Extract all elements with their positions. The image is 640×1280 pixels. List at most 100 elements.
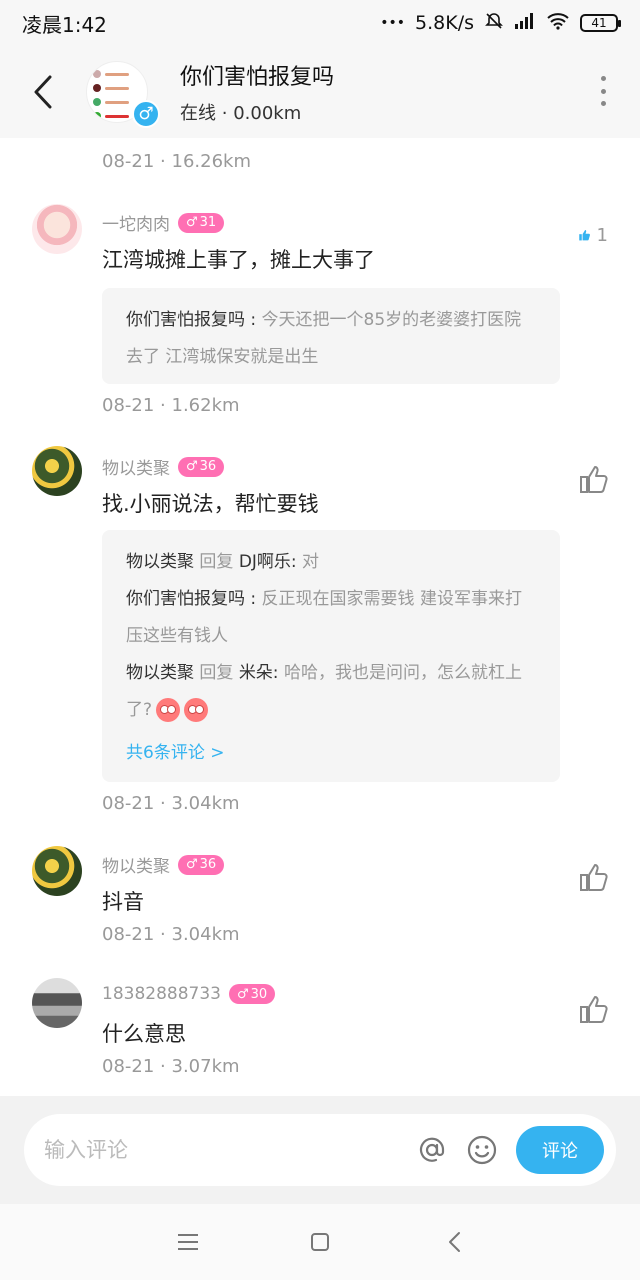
reply-author[interactable]: 物以类聚: [126, 552, 194, 572]
male-level-icon: ♂: [186, 459, 198, 474]
commenter-name[interactable]: 18382888733: [102, 984, 221, 1004]
comment-distance: 3.04km: [171, 793, 240, 814]
status-bar: 凌晨1:42 ••• 5.8K/s 41: [0, 0, 640, 46]
mention-at-icon[interactable]: [416, 1134, 448, 1166]
level-value: 30: [250, 986, 268, 1002]
reply-author[interactable]: 你们害怕报复吗 :: [126, 589, 256, 609]
thumbs-up-icon: [580, 996, 608, 1023]
male-level-icon: ♂: [186, 215, 198, 230]
comment-date: 08-21: [102, 924, 155, 945]
dot-icon: [600, 76, 606, 81]
reply-word: 回复: [194, 663, 239, 683]
comment-date: 08-21: [102, 1056, 155, 1077]
send-comment-button[interactable]: 评论: [516, 1126, 604, 1174]
comment-distance: 16.26km: [171, 151, 252, 172]
network-speed: 5.8K/s: [415, 12, 474, 34]
online-status: 在线: [180, 103, 216, 124]
thumbs-up-icon: [580, 466, 608, 493]
avatar[interactable]: [32, 446, 82, 496]
level-value: 36: [199, 857, 217, 872]
male-gender-icon: ♂: [132, 100, 160, 128]
separator-dot: ·: [160, 924, 172, 945]
reply-text: 对: [296, 552, 320, 572]
reply-box[interactable]: 你们害怕报复吗 : 今天还把一个85岁的老婆婆打医院去了 江湾城保安就是出生: [102, 288, 560, 384]
like-button[interactable]: 1: [578, 220, 608, 250]
dot-icon: [600, 88, 606, 94]
comment-text: 找.小丽说法，帮忙要钱: [102, 492, 319, 516]
menu-button[interactable]: [176, 1230, 200, 1254]
separator-dot: ·: [160, 1056, 172, 1077]
comment-distance: 3.04km: [171, 924, 240, 945]
separator-dot: ·: [221, 103, 234, 124]
nav-back-button[interactable]: [442, 1230, 466, 1254]
reply-item: 你们害怕报复吗 : 反正现在国家需要钱 建设军事来打压这些有钱人: [126, 581, 536, 655]
page-title: 你们害怕报复吗: [180, 65, 335, 90]
comment-text: 江湾城摊上事了，摊上大事了: [102, 248, 375, 272]
dizzy-emoji-icon: [156, 698, 181, 722]
view-all-comments-link[interactable]: 共6条评论 >: [126, 735, 536, 772]
wifi-icon: [546, 12, 570, 35]
reply-item: 你们害怕报复吗 : 今天还把一个85岁的老婆婆打医院去了 江湾城保安就是出生: [126, 302, 536, 376]
battery-icon: 41: [580, 14, 621, 32]
like-button[interactable]: [578, 464, 608, 494]
level-badge: ♂ 31: [178, 212, 225, 233]
reply-author[interactable]: 物以类聚: [126, 663, 194, 683]
comment-date: 08-21: [102, 151, 155, 172]
level-badge: ♂ 36: [178, 854, 225, 875]
thumbs-up-filled-icon: [579, 229, 590, 241]
like-button[interactable]: [578, 862, 608, 892]
comment-meta: 08-21 · 3.04km: [102, 793, 240, 814]
more-options-button[interactable]: [598, 76, 608, 106]
commenter-name[interactable]: 物以类聚: [102, 852, 170, 877]
comment-meta: 08-21 · 16.26km: [102, 151, 251, 172]
chevron-left-icon: [449, 1232, 460, 1252]
avatar[interactable]: [32, 978, 82, 1028]
separator-dot: ·: [160, 395, 172, 416]
signal-icon: [514, 12, 536, 35]
mute-icon: [484, 11, 504, 36]
chevron-left-icon: [34, 75, 52, 109]
male-level-icon: ♂: [186, 857, 198, 872]
square-icon: [311, 1233, 329, 1251]
dot-icon: [600, 101, 606, 106]
level-value: 31: [199, 215, 217, 230]
reply-target[interactable]: DJ啊乐:: [239, 552, 297, 572]
emoji-smile-icon[interactable]: [466, 1134, 498, 1166]
reply-author[interactable]: 你们害怕报复吗 :: [126, 310, 256, 330]
avatar[interactable]: [32, 204, 82, 254]
reply-box[interactable]: 物以类聚 回复 DJ啊乐: 对 你们害怕报复吗 : 反正现在国家需要钱 建设军事…: [102, 530, 560, 782]
status-time: 凌晨1:42: [22, 12, 107, 37]
home-button[interactable]: [308, 1230, 332, 1254]
header-subtitle: 在线 · 0.00km: [180, 99, 334, 125]
comment-date: 08-21: [102, 793, 155, 814]
commenter-name[interactable]: 一坨肉肉: [102, 210, 170, 235]
comment-meta: 08-21 · 1.62km: [102, 395, 240, 416]
system-nav-bar: [0, 1204, 640, 1280]
back-button[interactable]: [0, 46, 86, 138]
comment-text: 抖音: [102, 890, 144, 914]
separator-dot: ·: [160, 793, 172, 814]
comment-distance: 3.07km: [171, 1056, 240, 1077]
reply-target[interactable]: 米朵:: [239, 663, 279, 683]
status-right: ••• 5.8K/s 41: [380, 11, 621, 36]
more-notifications-icon: •••: [380, 15, 406, 31]
level-badge: ♂ 30: [228, 984, 276, 1004]
commenter-name[interactable]: 物以类聚: [102, 454, 170, 479]
header-distance: 0.00km: [233, 103, 302, 124]
header-text: 你们害怕报复吗 在线 · 0.00km: [180, 59, 334, 125]
comment-meta: 08-21 · 3.07km: [102, 1056, 240, 1077]
comment-input-bar: 评论: [0, 1096, 640, 1204]
reply-word: 回复: [194, 552, 239, 572]
separator-dot: ·: [160, 151, 172, 172]
comment-input[interactable]: [44, 1130, 404, 1170]
like-button[interactable]: [578, 994, 608, 1024]
comment-input-container: 评论: [24, 1114, 616, 1186]
chat-header: 你们害怕报复吗 在线 · 0.00km: [0, 46, 640, 138]
reply-item: 物以类聚 回复 米朵: 哈哈，我也是问问，怎么就杠上了?: [126, 655, 536, 729]
menu-icon: [178, 1234, 198, 1250]
comment-meta: 08-21 · 3.04km: [102, 924, 240, 945]
comment-text: 什么意思: [102, 1022, 186, 1046]
male-level-icon: ♂: [236, 986, 249, 1002]
avatar[interactable]: [32, 846, 82, 896]
level-badge: ♂ 36: [178, 456, 225, 477]
